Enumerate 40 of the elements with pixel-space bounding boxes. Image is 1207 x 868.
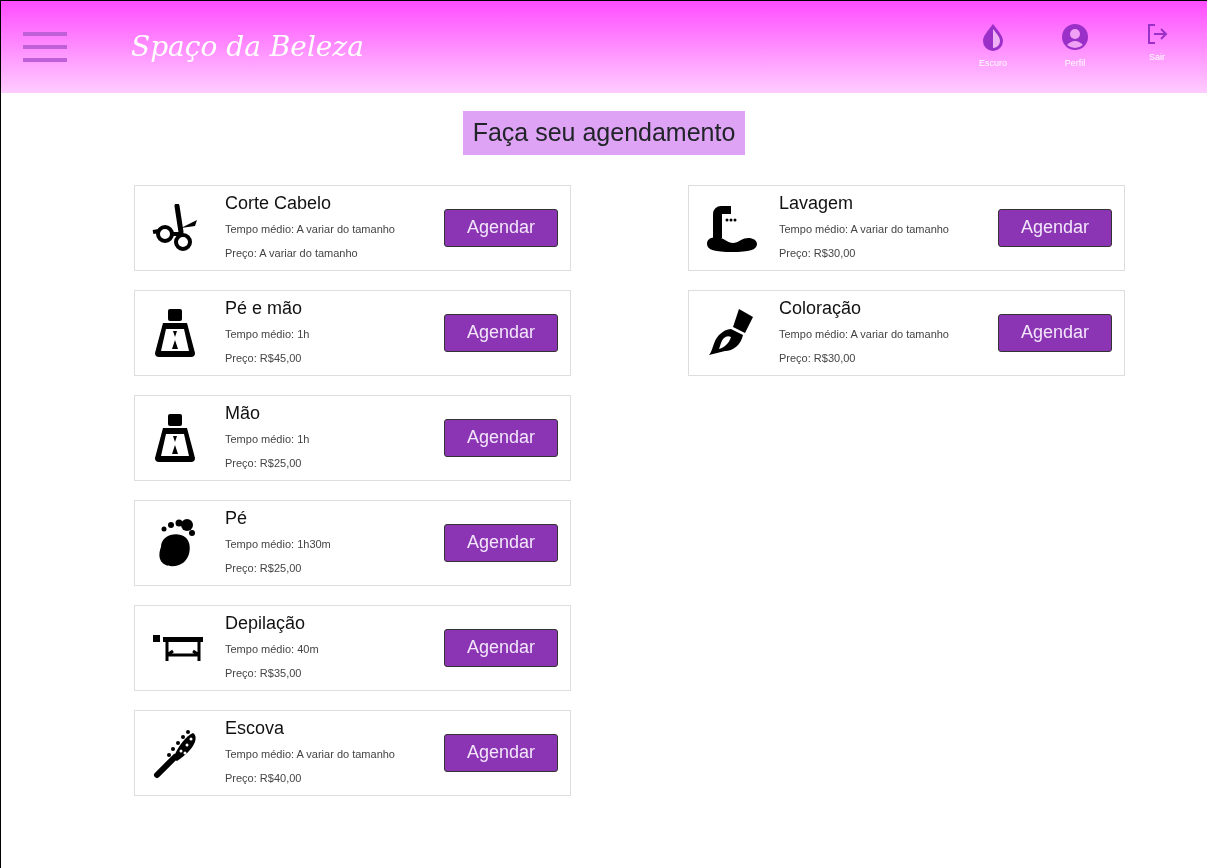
service-name: Mão — [225, 402, 260, 423]
schedule-button[interactable]: Agendar — [444, 313, 558, 352]
service-name: Pé — [225, 507, 248, 528]
schedule-button[interactable]: Agendar — [444, 418, 558, 457]
service-price: Preço: R$30,00 — [779, 246, 856, 259]
logout-icon — [1146, 23, 1168, 46]
service-price: Preço: R$30,00 — [779, 351, 856, 364]
service-price: Preço: A variar do tamanho — [225, 246, 358, 259]
user-icon — [1061, 23, 1089, 52]
service-time: Tempo médio: A variar do tamanho — [779, 327, 949, 340]
service-time: Tempo médio: A variar do tamanho — [779, 222, 949, 235]
service-time: Tempo médio: 1h — [225, 327, 310, 340]
service-time: Tempo médio: 40m — [225, 642, 319, 655]
service-name: Coloração — [779, 297, 862, 318]
schedule-button[interactable]: Agendar — [998, 208, 1112, 247]
page-heading: Faça seu agendamento — [462, 111, 746, 155]
service-time: Tempo médio: A variar do tamanho — [225, 222, 395, 235]
schedule-button[interactable]: Agendar — [444, 208, 558, 247]
service-price: Preço: R$40,00 — [225, 771, 302, 784]
service-name: Depilação — [225, 612, 306, 633]
schedule-button[interactable]: Agendar — [444, 628, 558, 667]
schedule-button[interactable]: Agendar — [998, 313, 1112, 352]
service-name: Lavagem — [779, 192, 854, 213]
massage-table-icon — [151, 632, 205, 663]
contrast-icon — [981, 23, 1005, 52]
service-price: Preço: R$25,00 — [225, 456, 302, 469]
schedule-button[interactable]: Agendar — [444, 733, 558, 772]
menu-button[interactable] — [23, 32, 67, 62]
service-name: Corte Cabelo — [225, 192, 332, 213]
service-name: Escova — [225, 717, 285, 738]
service-price: Preço: R$45,00 — [225, 351, 302, 364]
schedule-button[interactable]: Agendar — [444, 523, 558, 562]
scissors-icon — [151, 203, 199, 252]
service-time: Tempo médio: 1h30m — [225, 537, 331, 550]
service-time: Tempo médio: 1h — [225, 432, 310, 445]
service-price: Preço: R$25,00 — [225, 561, 302, 574]
service-price: Preço: R$35,00 — [225, 666, 302, 679]
service-time: Tempo médio: A variar do tamanho — [225, 747, 395, 760]
brand-logo: Spaço da Beleza — [131, 29, 364, 65]
service-name: Pé e mão — [225, 297, 303, 318]
